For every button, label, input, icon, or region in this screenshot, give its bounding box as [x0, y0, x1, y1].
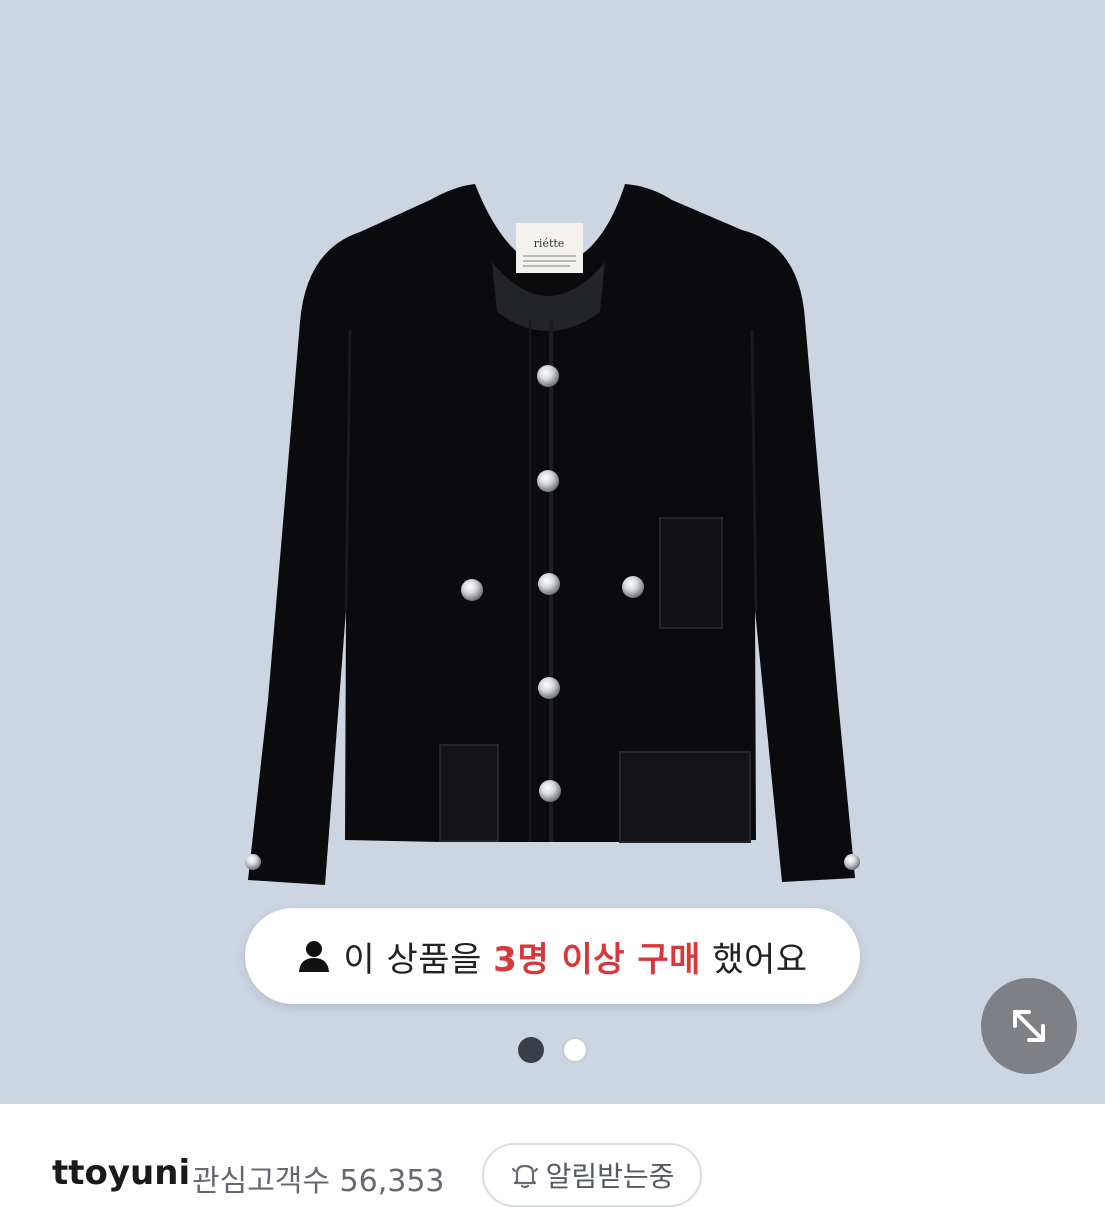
person-icon: [299, 941, 330, 972]
purchase-count-badge: 이 상품을 3명 이상 구매 했어요: [245, 908, 860, 1004]
gallery-dot-1[interactable]: [517, 1037, 544, 1063]
alarm-subscribe-button[interactable]: 알림받는중: [482, 1143, 702, 1207]
seller-name[interactable]: ttoyuni: [52, 1153, 190, 1193]
followers-info: 관심고객수 56,353: [192, 1156, 445, 1200]
followers-count: 56,353: [339, 1164, 445, 1199]
product-image-gallery[interactable]: riétte 이 상품을 3명 이상 구매 했어요: [0, 0, 1105, 1104]
brand-label: riétte: [534, 237, 565, 250]
followers-label: 관심고객수: [192, 1164, 330, 1199]
purchase-notice-suffix: 했어요: [700, 939, 808, 980]
gallery-pagination: [0, 1037, 1105, 1065]
purchase-notice-highlight: 3명 이상 구매: [493, 939, 701, 980]
gallery-dot-2[interactable]: [561, 1037, 588, 1063]
bell-icon: [511, 1164, 538, 1189]
alarm-label: 알림받는중: [545, 1160, 675, 1193]
purchase-notice-prefix: 이 상품을: [343, 939, 494, 980]
